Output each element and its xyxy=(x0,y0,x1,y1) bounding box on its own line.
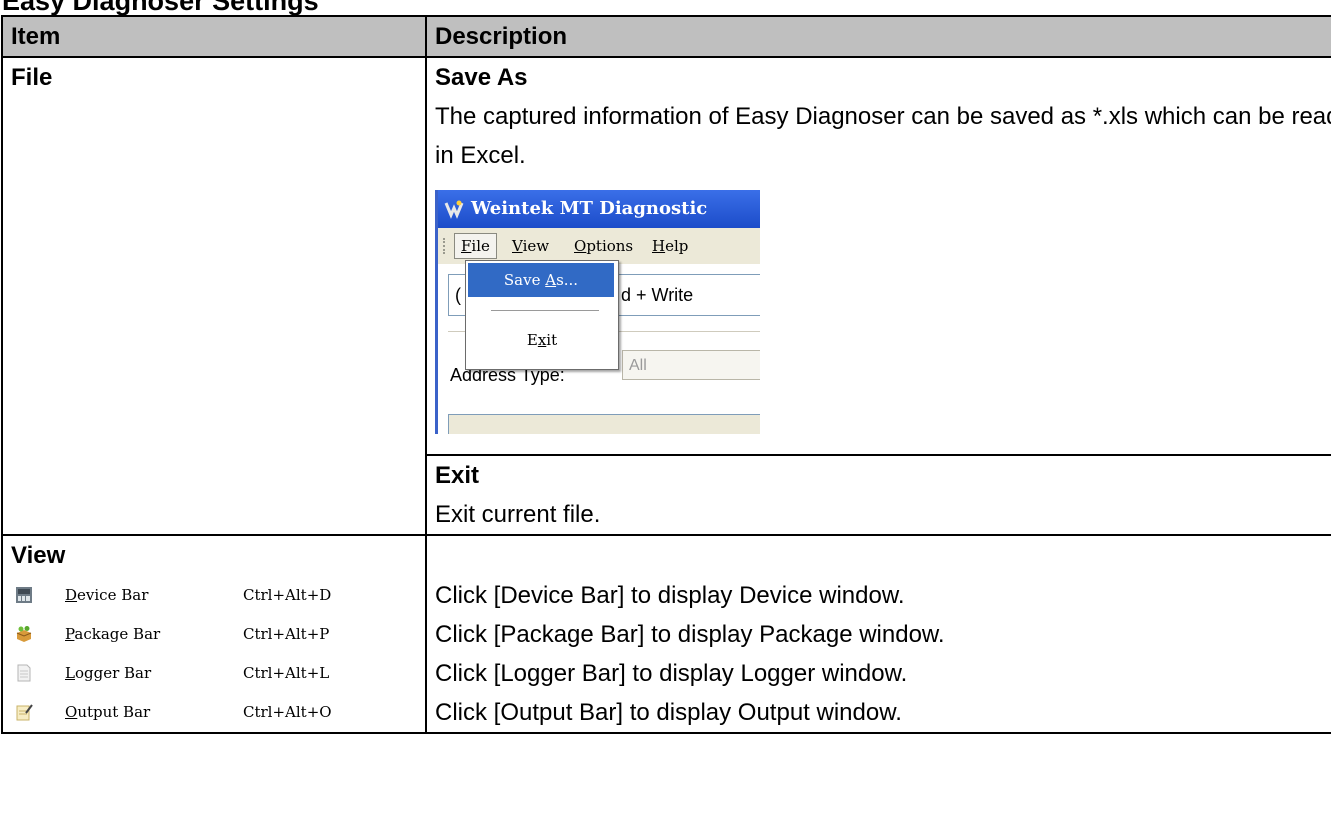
view-menu-item-output-bar: Output Bar Ctrl+Alt+O xyxy=(11,693,425,732)
exit-text: Exit current file. xyxy=(435,501,601,528)
view-menu-label: Package Bar xyxy=(65,625,161,643)
view-menu-item-device-bar: Device Bar Ctrl+Alt+D xyxy=(11,576,425,615)
view-menu-label: Device Bar xyxy=(65,586,149,604)
menu-options[interactable]: Options xyxy=(574,236,633,256)
table-row-view: View Device Bar Ctrl+Alt+D Package Bar C… xyxy=(1,534,1331,734)
view-menu-shortcut: Ctrl+Alt+O xyxy=(243,703,332,721)
app-screenshot: Weintek MT Diagnostic File View Options … xyxy=(435,190,760,434)
package-bar-icon xyxy=(16,626,32,642)
menubar: File View Options Help xyxy=(438,228,760,264)
item-view: View Device Bar Ctrl+Alt+D Package Bar C… xyxy=(1,534,427,734)
header-item: Item xyxy=(1,15,427,58)
view-menu-label: Logger Bar xyxy=(65,664,152,682)
cell-view-descriptions: Click [Device Bar] to display Device win… xyxy=(425,534,1331,734)
device-bar-icon xyxy=(16,587,32,603)
output-bar-description: Click [Output Bar] to display Output win… xyxy=(435,699,902,726)
logger-bar-description: Click [Logger Bar] to display Logger win… xyxy=(435,660,908,687)
app-logo-icon xyxy=(444,200,464,219)
address-type-select[interactable]: All xyxy=(622,350,760,380)
window-title: Weintek MT Diagnostic xyxy=(471,198,708,219)
package-bar-description: Click [Package Bar] to display Package w… xyxy=(435,621,945,648)
menu-separator xyxy=(491,310,599,311)
device-bar-description: Click [Device Bar] to display Device win… xyxy=(435,582,905,609)
view-menu-item-package-bar: Package Bar Ctrl+Alt+P xyxy=(11,615,425,654)
view-title: View xyxy=(11,542,66,569)
table-row-file: File Save As The captured information of… xyxy=(1,56,1331,536)
view-menu-shortcut: Ctrl+Alt+L xyxy=(243,664,330,682)
cell-exit: Exit Exit current file. xyxy=(425,454,1331,536)
menu-item-save-as[interactable]: Save As... xyxy=(468,263,614,297)
combo-value: d + Write xyxy=(621,285,694,305)
menu-file[interactable]: File xyxy=(454,233,497,259)
cell-save-as: Save As The captured information of Easy… xyxy=(425,56,1331,456)
save-as-title: Save As xyxy=(435,64,528,91)
save-as-text: The captured information of Easy Diagnos… xyxy=(435,103,1331,169)
menu-help[interactable]: Help xyxy=(652,236,688,256)
view-menu-item-logger-bar: Logger Bar Ctrl+Alt+L xyxy=(11,654,425,693)
table-header-row: Item Description xyxy=(1,15,1331,58)
view-menu-shortcut: Ctrl+Alt+D xyxy=(243,586,332,604)
file-dropdown-menu: Save As... Exit xyxy=(465,260,619,370)
header-description: Description xyxy=(425,15,1331,58)
logger-bar-icon xyxy=(17,664,31,682)
menu-view[interactable]: View xyxy=(512,236,549,256)
combo-label-fragment: ( xyxy=(455,285,461,305)
menu-description-table: Item Description File Save As The captur… xyxy=(1,15,1331,734)
item-file: File xyxy=(1,56,427,536)
toolbar-grip xyxy=(443,238,447,254)
exit-title: Exit xyxy=(435,462,480,489)
view-menu-label: Output Bar xyxy=(65,703,151,721)
window-titlebar: Weintek MT Diagnostic xyxy=(438,190,760,228)
output-bar-icon xyxy=(16,704,33,721)
list-panel xyxy=(448,414,760,434)
menu-item-exit[interactable]: Exit xyxy=(466,325,618,355)
view-menu-shortcut: Ctrl+Alt+P xyxy=(243,625,330,643)
